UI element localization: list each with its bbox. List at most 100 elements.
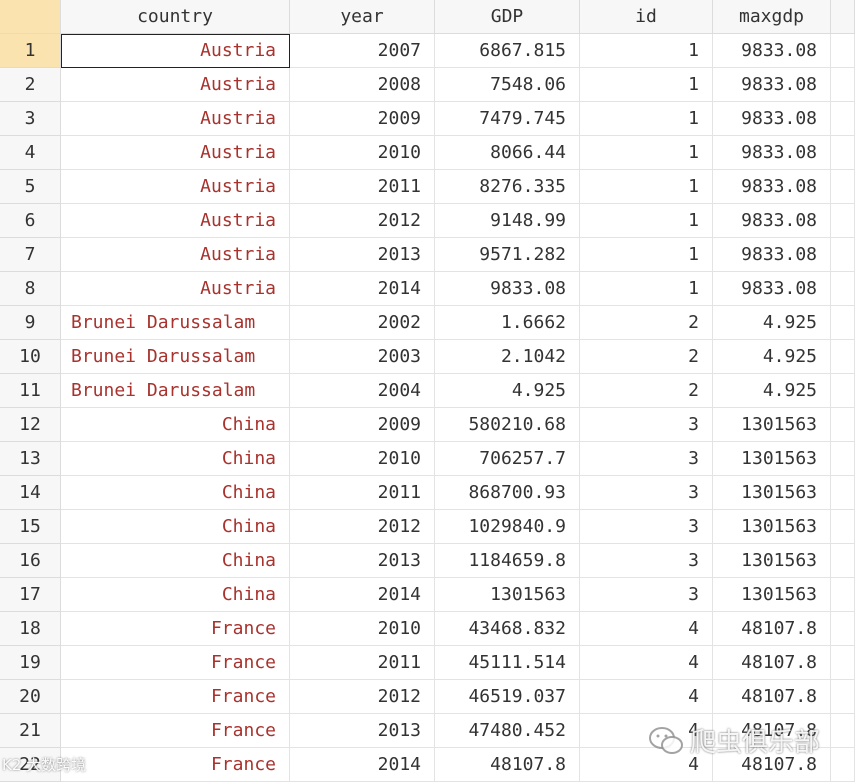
cell-year[interactable]: 2014	[290, 578, 435, 612]
cell-year[interactable]: 2007	[290, 34, 435, 68]
cell-id[interactable]: 2	[580, 374, 713, 408]
cell-empty[interactable]	[831, 238, 855, 272]
cell-gdp[interactable]: 1029840.9	[435, 510, 580, 544]
cell-country[interactable]: China	[61, 476, 290, 510]
row-number[interactable]: 1	[0, 34, 61, 68]
cell-gdp[interactable]: 1301563	[435, 578, 580, 612]
row-number[interactable]: 20	[0, 680, 61, 714]
cell-year[interactable]: 2011	[290, 170, 435, 204]
cell-year[interactable]: 2011	[290, 646, 435, 680]
cell-empty[interactable]	[831, 408, 855, 442]
cell-year[interactable]: 2014	[290, 272, 435, 306]
cell-id[interactable]: 1	[580, 34, 713, 68]
cell-empty[interactable]	[831, 374, 855, 408]
cell-gdp[interactable]: 9148.99	[435, 204, 580, 238]
cell-maxgdp[interactable]: 9833.08	[713, 68, 831, 102]
cell-year[interactable]: 2004	[290, 374, 435, 408]
column-header-gdp[interactable]: GDP	[435, 0, 580, 34]
cell-country[interactable]: Austria	[61, 272, 290, 306]
cell-id[interactable]: 2	[580, 306, 713, 340]
cell-country[interactable]: Austria	[61, 68, 290, 102]
cell-maxgdp[interactable]: 4.925	[713, 306, 831, 340]
cell-maxgdp[interactable]: 9833.08	[713, 34, 831, 68]
cell-empty[interactable]	[831, 34, 855, 68]
cell-id[interactable]: 1	[580, 170, 713, 204]
cell-country[interactable]: Brunei Darussalam	[61, 306, 290, 340]
row-number[interactable]: 11	[0, 374, 61, 408]
cell-gdp[interactable]: 4.925	[435, 374, 580, 408]
cell-empty[interactable]	[831, 68, 855, 102]
column-header-id[interactable]: id	[580, 0, 713, 34]
row-number[interactable]: 13	[0, 442, 61, 476]
cell-country[interactable]: China	[61, 544, 290, 578]
cell-empty[interactable]	[831, 748, 855, 782]
cell-gdp[interactable]: 8066.44	[435, 136, 580, 170]
cell-gdp[interactable]: 580210.68	[435, 408, 580, 442]
cell-id[interactable]: 3	[580, 578, 713, 612]
cell-gdp[interactable]: 1.6662	[435, 306, 580, 340]
cell-empty[interactable]	[831, 272, 855, 306]
row-number[interactable]: 21	[0, 714, 61, 748]
cell-empty[interactable]	[831, 340, 855, 374]
row-number[interactable]: 16	[0, 544, 61, 578]
cell-id[interactable]: 1	[580, 136, 713, 170]
cell-id[interactable]: 1	[580, 272, 713, 306]
cell-country[interactable]: Austria	[61, 102, 290, 136]
row-number[interactable]: 14	[0, 476, 61, 510]
cell-country[interactable]: France	[61, 646, 290, 680]
row-number[interactable]: 18	[0, 612, 61, 646]
row-number[interactable]: 15	[0, 510, 61, 544]
cell-country[interactable]: Austria	[61, 204, 290, 238]
cell-maxgdp[interactable]: 9833.08	[713, 204, 831, 238]
cell-empty[interactable]	[831, 102, 855, 136]
column-header-year[interactable]: year	[290, 0, 435, 34]
cell-maxgdp[interactable]: 9833.08	[713, 170, 831, 204]
cell-empty[interactable]	[831, 714, 855, 748]
cell-maxgdp[interactable]: 9833.08	[713, 272, 831, 306]
row-number[interactable]: 9	[0, 306, 61, 340]
cell-id[interactable]: 4	[580, 680, 713, 714]
cell-gdp[interactable]: 47480.452	[435, 714, 580, 748]
cell-id[interactable]: 3	[580, 408, 713, 442]
cell-gdp[interactable]: 9571.282	[435, 238, 580, 272]
cell-year[interactable]: 2010	[290, 442, 435, 476]
cell-year[interactable]: 2012	[290, 204, 435, 238]
row-number[interactable]: 5	[0, 170, 61, 204]
cell-empty[interactable]	[831, 170, 855, 204]
row-number[interactable]: 10	[0, 340, 61, 374]
cell-id[interactable]: 3	[580, 510, 713, 544]
cell-country[interactable]: Austria	[61, 34, 290, 68]
row-number[interactable]: 17	[0, 578, 61, 612]
cell-country[interactable]: France	[61, 680, 290, 714]
cell-country[interactable]: Austria	[61, 238, 290, 272]
cell-gdp[interactable]: 7548.06	[435, 68, 580, 102]
cell-year[interactable]: 2009	[290, 408, 435, 442]
cell-country[interactable]: Brunei Darussalam	[61, 374, 290, 408]
cell-year[interactable]: 2012	[290, 510, 435, 544]
cell-gdp[interactable]: 7479.745	[435, 102, 580, 136]
cell-country[interactable]: France	[61, 714, 290, 748]
cell-year[interactable]: 2013	[290, 544, 435, 578]
row-number[interactable]: 2	[0, 68, 61, 102]
cell-maxgdp[interactable]: 4.925	[713, 374, 831, 408]
cell-empty[interactable]	[831, 510, 855, 544]
cell-id[interactable]: 1	[580, 68, 713, 102]
column-header-country[interactable]: country	[61, 0, 290, 34]
cell-country[interactable]: China	[61, 442, 290, 476]
cell-year[interactable]: 2008	[290, 68, 435, 102]
cell-country[interactable]: France	[61, 748, 290, 782]
cell-year[interactable]: 2003	[290, 340, 435, 374]
cell-gdp[interactable]: 2.1042	[435, 340, 580, 374]
cell-id[interactable]: 1	[580, 238, 713, 272]
cell-year[interactable]: 2010	[290, 136, 435, 170]
cell-gdp[interactable]: 8276.335	[435, 170, 580, 204]
cell-maxgdp[interactable]: 1301563	[713, 408, 831, 442]
row-number[interactable]: 12	[0, 408, 61, 442]
cell-maxgdp[interactable]: 48107.8	[713, 612, 831, 646]
cell-empty[interactable]	[831, 680, 855, 714]
cell-gdp[interactable]: 1184659.8	[435, 544, 580, 578]
cell-maxgdp[interactable]: 1301563	[713, 578, 831, 612]
row-number[interactable]: 4	[0, 136, 61, 170]
cell-gdp[interactable]: 46519.037	[435, 680, 580, 714]
cell-empty[interactable]	[831, 612, 855, 646]
